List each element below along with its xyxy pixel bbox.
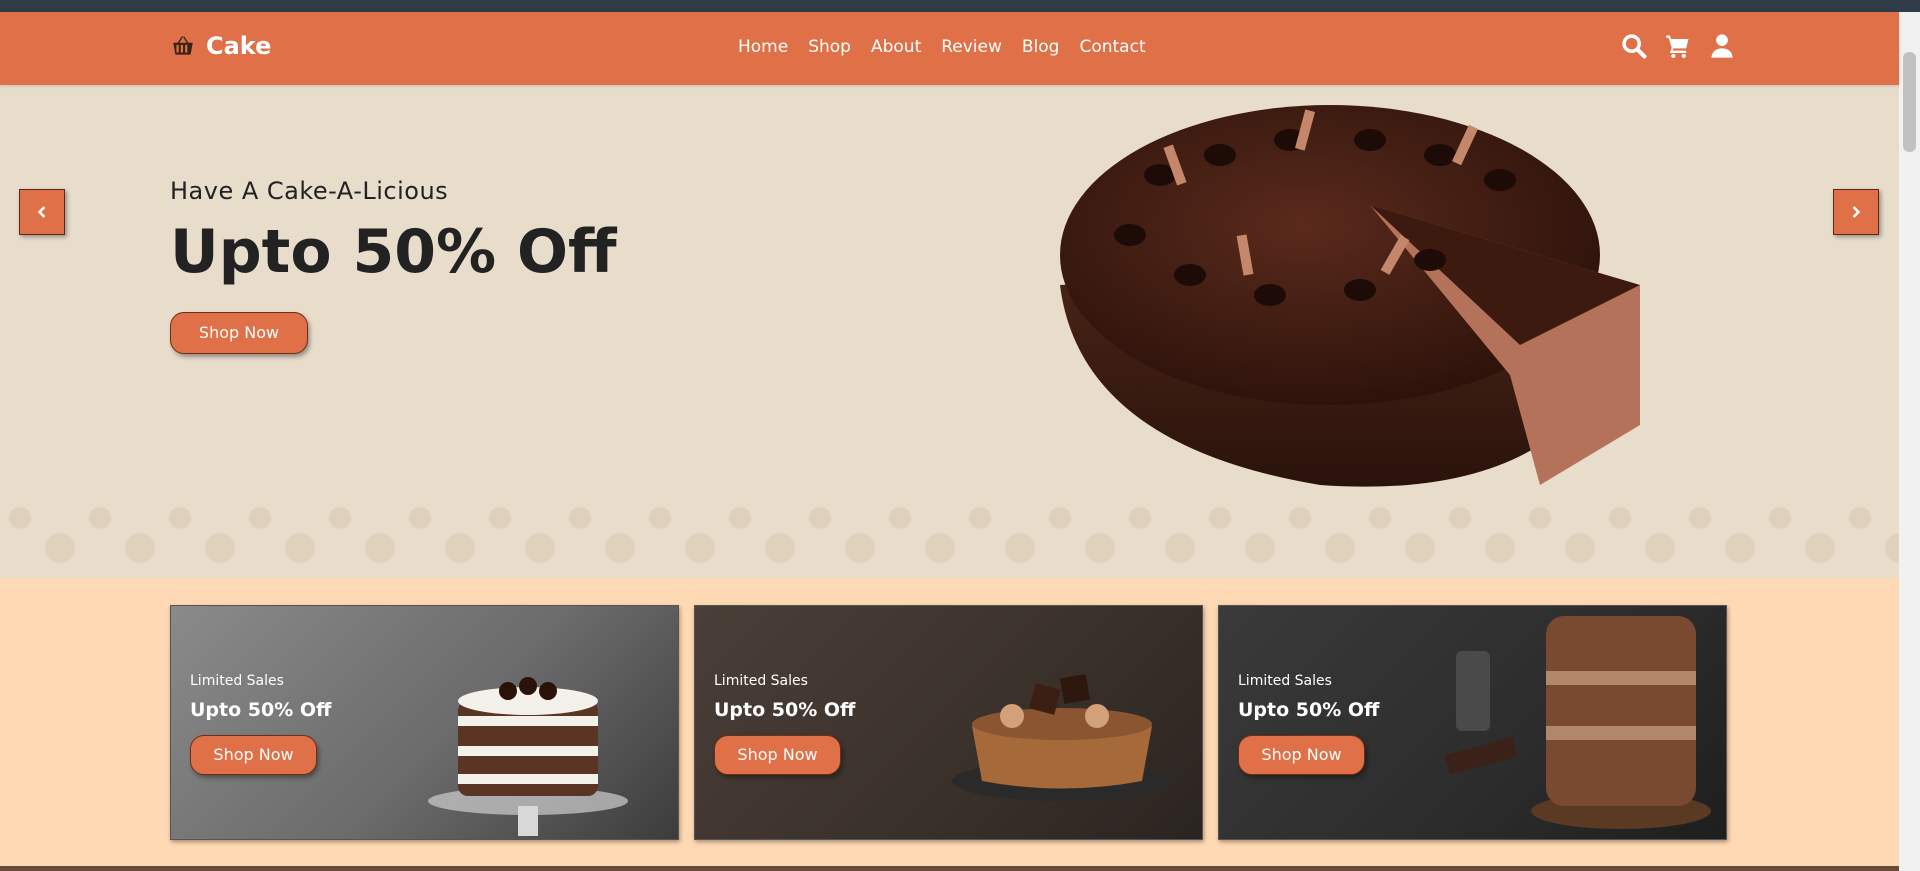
nav-contact[interactable]: Contact (1079, 37, 1145, 57)
cake-image (378, 606, 678, 839)
page-scrollbar[interactable] (1899, 12, 1920, 871)
promo-card: Limited Sales Upto 50% Off Shop Now (694, 605, 1203, 840)
card-shop-now-button[interactable]: Shop Now (1238, 735, 1365, 775)
basket-icon (170, 33, 196, 59)
logo-text: Cake (206, 32, 272, 60)
hero-subtitle: Have A Cake-A-Licious (170, 177, 449, 205)
card-label: Limited Sales (190, 673, 284, 689)
hero-shop-now-button[interactable]: Shop Now (170, 312, 308, 354)
card-title: Upto 50% Off (714, 699, 856, 721)
nav-shop[interactable]: Shop (808, 37, 851, 57)
cake-image (902, 606, 1202, 839)
promo-card: Limited Sales Upto 50% Off Shop Now (170, 605, 679, 840)
user-icon[interactable] (1708, 32, 1736, 60)
nav-about[interactable]: About (871, 37, 921, 57)
nav-review[interactable]: Review (941, 37, 1002, 57)
hero-title: Upto 50% Off (170, 217, 617, 287)
card-label: Limited Sales (714, 673, 808, 689)
card-shop-now-button[interactable]: Shop Now (190, 735, 317, 775)
scrollbar-thumb[interactable] (1903, 52, 1916, 152)
promo-cards: Limited Sales Upto 50% Off Shop Now Limi… (170, 605, 1727, 840)
chevron-left-icon (37, 206, 46, 218)
cake-image (1426, 606, 1726, 839)
logo[interactable]: Cake (170, 32, 271, 60)
nav-blog[interactable]: Blog (1022, 37, 1060, 57)
card-title: Upto 50% Off (1238, 699, 1380, 721)
promo-card: Limited Sales Upto 50% Off Shop Now (1218, 605, 1727, 840)
hero-cake-image (1040, 85, 1700, 505)
slider-next-button[interactable] (1833, 189, 1879, 235)
card-label: Limited Sales (1238, 673, 1332, 689)
card-shop-now-button[interactable]: Shop Now (714, 735, 841, 775)
site-header: Cake Home Shop About Review Blog Contact (0, 12, 1899, 85)
slider-prev-button[interactable] (19, 189, 65, 235)
next-section-edge (0, 866, 1899, 871)
main-nav: Home Shop About Review Blog Contact (738, 37, 1166, 57)
chevron-right-icon (1852, 206, 1861, 218)
browser-top-strip (0, 0, 1920, 12)
header-actions (1620, 32, 1736, 60)
search-icon[interactable] (1620, 32, 1648, 60)
cart-icon[interactable] (1664, 32, 1692, 60)
nav-home[interactable]: Home (738, 37, 788, 57)
card-title: Upto 50% Off (190, 699, 332, 721)
